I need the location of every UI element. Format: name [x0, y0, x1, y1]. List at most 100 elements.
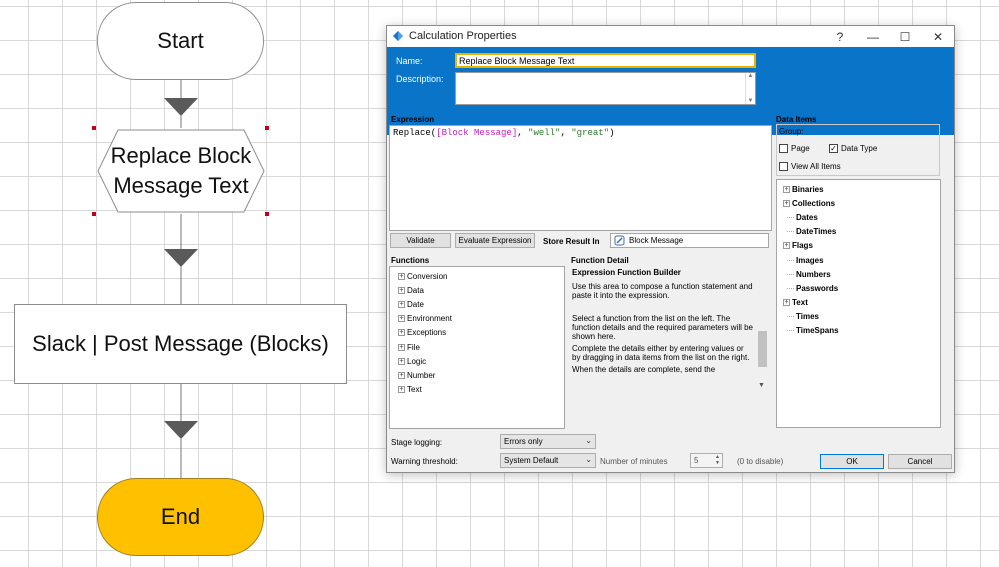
stage-logging-value: Errors only [504, 437, 543, 446]
checkbox-icon[interactable] [779, 144, 788, 154]
maximize-button[interactable]: ☐ [889, 26, 921, 47]
cancel-button[interactable]: Cancel [888, 454, 952, 469]
tree-line [787, 330, 794, 332]
expand-icon[interactable]: + [398, 357, 405, 365]
page-checkbox[interactable]: Page [779, 144, 810, 154]
data-type-node[interactable]: Numbers [783, 267, 940, 281]
description-scrollbar[interactable]: ▲ ▼ [745, 73, 755, 104]
flow-arrow [164, 421, 198, 439]
data-type-node[interactable]: DateTimes [783, 225, 940, 239]
expr-close-paren: ) [609, 128, 615, 138]
ok-button[interactable]: OK [820, 454, 884, 469]
data-type-node[interactable]: + Flags [783, 239, 940, 253]
expand-icon[interactable]: + [398, 371, 405, 379]
function-category[interactable]: + Exceptions [398, 326, 564, 340]
minutes-stepper[interactable]: 5 ▲ ▼ [690, 453, 723, 468]
dialog-titlebar[interactable]: Calculation Properties ? — ☐ ✕ [387, 26, 954, 47]
start-stage[interactable]: Start [97, 2, 264, 80]
data-type-node[interactable]: + Text [783, 296, 940, 310]
expr-string-arg: "well" [528, 128, 561, 138]
expand-icon[interactable]: + [398, 386, 405, 394]
store-result-value: Block Message [629, 236, 684, 245]
scroll-down-icon[interactable]: ▼ [748, 98, 754, 104]
expression-label: Expression [391, 115, 435, 124]
name-label: Name: [396, 56, 423, 66]
data-type-node[interactable]: Images [783, 253, 940, 267]
tree-line [787, 231, 794, 233]
group-box: Group: Page ✓ Data Type View All Items [776, 124, 940, 176]
tree-line [787, 287, 794, 289]
expr-function: Replace( [393, 128, 437, 138]
function-category[interactable]: + Text [398, 383, 564, 397]
end-stage[interactable]: End [97, 478, 264, 556]
data-type-node[interactable]: + Collections [783, 196, 940, 210]
store-result-field[interactable]: Block Message [610, 233, 769, 248]
function-category[interactable]: + Data [398, 283, 564, 297]
expr-separator: , [560, 128, 572, 138]
tree-line [787, 273, 794, 275]
close-button[interactable]: ✕ [922, 26, 954, 47]
expand-icon[interactable]: + [783, 199, 790, 207]
dialog-title: Calculation Properties [409, 30, 517, 42]
group-label: Group: [779, 127, 804, 136]
description-input[interactable]: ▲ ▼ [455, 72, 756, 105]
functions-tree[interactable]: + Conversion + Data + Date + Environment + Ex… [389, 266, 565, 429]
minutes-value: 5 [694, 456, 699, 465]
scroll-down-icon[interactable]: ▼ [758, 382, 765, 389]
stage-logging-select[interactable]: Errors only ⌄ [500, 434, 596, 449]
tree-line [787, 216, 794, 218]
function-detail-text: Select a function from the list on the l… [572, 314, 753, 341]
selection-handle[interactable] [265, 212, 269, 216]
data-type-node[interactable]: Times [783, 310, 940, 324]
data-type-node[interactable]: + Binaries [783, 182, 940, 196]
data-type-node[interactable]: Dates [783, 210, 940, 224]
expand-icon[interactable]: + [398, 315, 405, 323]
checkbox-icon[interactable] [779, 162, 788, 172]
action-stage[interactable]: Slack | Post Message (Blocks) [14, 304, 347, 384]
function-category[interactable]: + Conversion [398, 269, 564, 283]
selection-handle[interactable] [265, 126, 269, 130]
scrollbar-thumb[interactable] [758, 331, 767, 367]
stage-logging-label: Stage logging: [391, 438, 443, 447]
function-category[interactable]: + Logic [398, 354, 564, 368]
expand-icon[interactable]: + [783, 242, 790, 250]
function-category[interactable]: + Date [398, 297, 564, 311]
expand-icon[interactable]: + [398, 272, 405, 280]
expand-icon[interactable]: + [398, 300, 405, 308]
end-stage-label: End [160, 504, 201, 529]
validate-button[interactable]: Validate [390, 233, 451, 248]
data-type-node[interactable]: Passwords [783, 281, 940, 295]
data-type-node[interactable]: TimeSpans [783, 324, 940, 338]
chevron-down-icon[interactable]: ⌄ [585, 455, 592, 464]
stage-name-input[interactable]: Replace Block Message Text [455, 53, 756, 68]
checkmark-icon[interactable]: ✓ [829, 144, 838, 154]
data-items-tree[interactable]: + Binaries + Collections Dates DateTimes +… [776, 179, 941, 428]
stepper-arrows-icon[interactable]: ▲ ▼ [715, 454, 720, 466]
help-button[interactable]: ? [824, 26, 856, 47]
warning-threshold-select[interactable]: System Default ⌄ [500, 453, 596, 468]
function-category[interactable]: + Environment [398, 312, 564, 326]
data-type-checkbox[interactable]: ✓ Data Type [829, 144, 877, 154]
function-detail-panel[interactable]: Expression Function Builder Use this are… [569, 266, 770, 429]
scroll-up-icon[interactable]: ▲ [748, 73, 754, 79]
chevron-down-icon[interactable]: ⌄ [585, 436, 592, 445]
expand-icon[interactable]: + [783, 185, 790, 193]
function-category[interactable]: + File [398, 340, 564, 354]
expression-editor[interactable]: Replace([Block Message], "well", "great"… [389, 125, 772, 231]
evaluate-expression-button[interactable]: Evaluate Expression [455, 233, 535, 248]
expand-icon[interactable]: + [783, 299, 790, 307]
start-stage-label: Start [157, 28, 204, 53]
expand-icon[interactable]: + [398, 286, 405, 294]
minimize-button[interactable]: — [857, 26, 889, 47]
calculation-stage[interactable]: Replace Block Message Text [96, 128, 266, 214]
expand-icon[interactable]: + [398, 329, 405, 337]
function-detail-scrollbar[interactable]: ▼ [757, 266, 768, 389]
store-result-label: Store Result In [543, 237, 600, 246]
selection-handle[interactable] [92, 126, 96, 130]
selection-handle[interactable] [92, 212, 96, 216]
data-items-label: Data Items [776, 115, 817, 124]
function-detail-label: Function Detail [571, 256, 629, 265]
view-all-items-checkbox[interactable]: View All Items [779, 162, 841, 172]
expand-icon[interactable]: + [398, 343, 405, 351]
function-category[interactable]: + Number [398, 368, 564, 382]
